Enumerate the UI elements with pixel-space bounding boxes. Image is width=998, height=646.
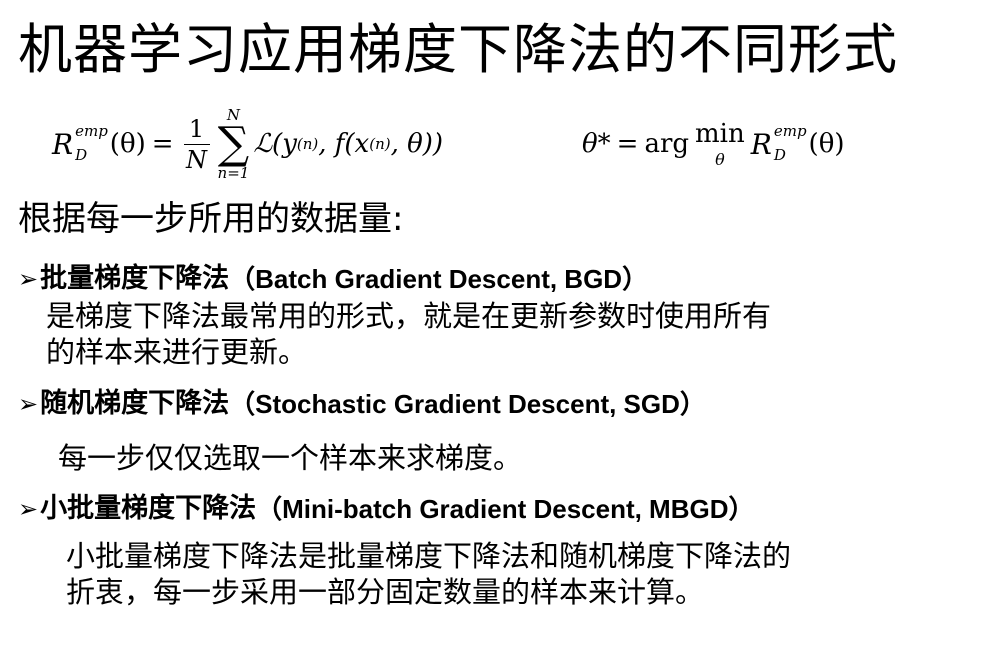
theta-argument: (θ)	[109, 129, 146, 159]
bgd-desc-line: 的样本来进行更新。	[46, 335, 308, 369]
empirical-risk-formula: R emp D (θ) = 1 N N ∑ n=1 ℒ(y (n), f(x (n)…	[52, 106, 444, 182]
arrow-bullet-icon: ➢	[18, 390, 39, 418]
bullet-bgd: ➢ 批量梯度下降法 （Batch Gradient Descent, BGD）	[18, 262, 648, 296]
risk-supsub: emp D	[75, 122, 108, 164]
loss-function: ℒ(y	[253, 129, 297, 159]
summation: N ∑ n=1	[217, 106, 250, 182]
arrow-bullet-icon: ➢	[18, 495, 39, 523]
bullet-heading-cn: 批量梯度下降法	[40, 263, 230, 294]
bullet-heading-en: （Batch Gradient Descent, BGD）	[229, 264, 649, 294]
mbgd-desc-line: 折衷，每一步采用一部分固定数量的样本来计算。	[66, 575, 705, 609]
section-subheading: 根据每一步所用的数据量:	[18, 199, 404, 239]
bullet-heading-cn: 随机梯度下降法	[40, 388, 230, 419]
bullet-heading-cn: 小批量梯度下降法	[40, 493, 257, 524]
bullet-heading-en: （Stochastic Gradient Descent, SGD）	[229, 389, 706, 419]
arrow-bullet-icon: ➢	[18, 265, 39, 293]
theta-star: θ*	[582, 129, 611, 159]
slide: 机器学习应用梯度下降法的不同形式 R emp D (θ) = 1 N N ∑ n…	[0, 0, 998, 646]
bullet-sgd: ➢ 随机梯度下降法 （Stochastic Gradient Descent, …	[18, 387, 706, 421]
page-title: 机器学习应用梯度下降法的不同形式	[18, 18, 898, 81]
fraction: 1 N	[183, 116, 210, 173]
bullet-heading-en: （Mini-batch Gradient Descent, MBGD）	[256, 494, 755, 524]
bullet-mbgd: ➢ 小批量梯度下降法 （Mini-batch Gradient Descent,…	[18, 492, 755, 526]
equals-sign: =	[151, 129, 174, 159]
sgd-desc-line: 每一步仅仅选取一个样本来求梯度。	[58, 441, 523, 475]
bgd-desc-line: 是梯度下降法最常用的形式，就是在更新参数时使用所有	[46, 299, 772, 333]
argmin-formula: θ* = arg min θ R emp D (θ)	[582, 119, 845, 169]
mbgd-desc-line: 小批量梯度下降法是批量梯度下降法和随机梯度下降法的	[66, 539, 792, 573]
arg-text: arg	[644, 129, 690, 159]
min-operator: min θ	[695, 119, 745, 169]
risk-symbol: R	[52, 127, 74, 161]
